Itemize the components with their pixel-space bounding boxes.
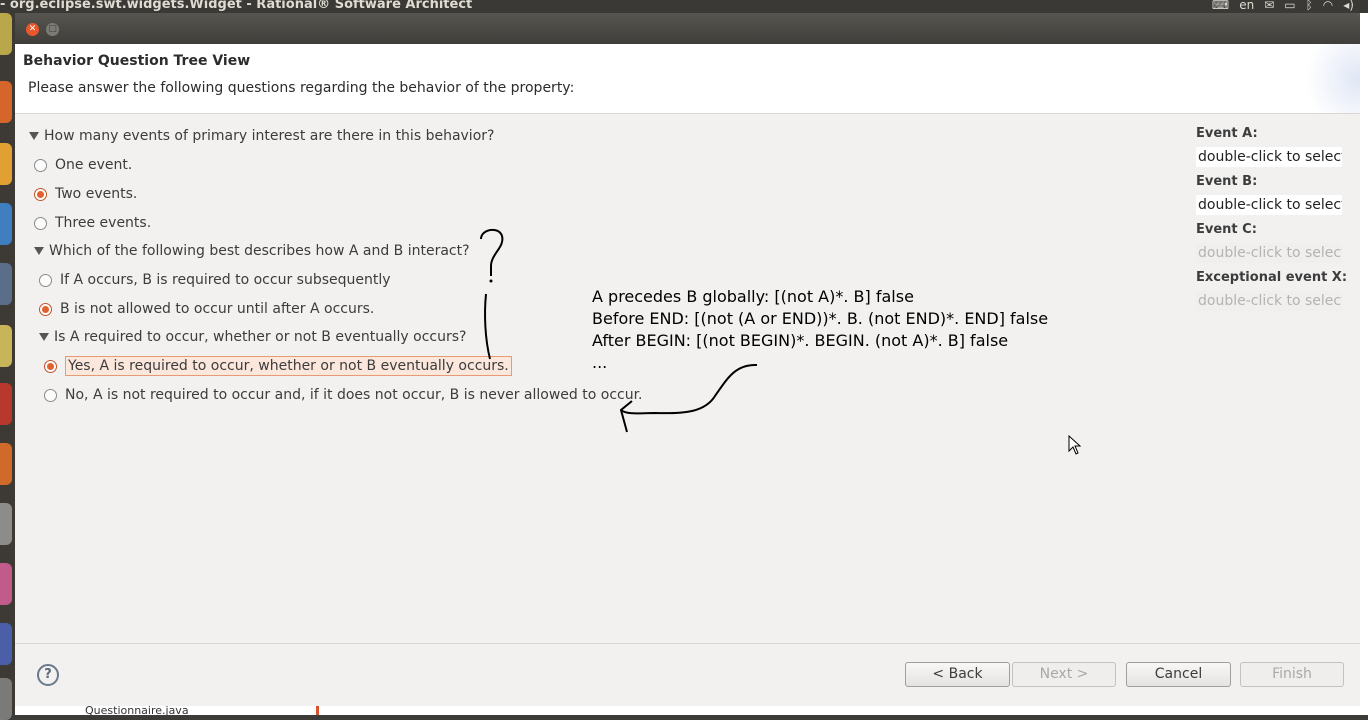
window-title: - org.eclipse.swt.widgets.Widget - Ratio… [0,0,473,12]
launcher-app-icon[interactable] [0,263,12,305]
launcher-app-icon[interactable] [0,13,12,55]
close-icon[interactable]: ✕ [26,23,39,36]
question-label: Is A required to occur, whether or not B… [54,329,467,345]
launcher-app-icon[interactable] [0,325,12,367]
cancel-button[interactable]: Cancel [1126,662,1231,687]
answer-option[interactable]: No, A is not required to occur and, if i… [44,387,643,403]
battery-icon[interactable]: ▭ [1284,0,1295,12]
answer-label: One event. [55,157,133,173]
answer-label: No, A is not required to occur and, if i… [65,387,643,403]
wizard-banner: Behavior Question Tree View Please answe… [15,44,1360,114]
keyboard-icon[interactable]: ⌨ [1212,0,1229,12]
launcher-app-icon[interactable] [0,623,12,665]
answer-option[interactable]: Three events. [34,215,151,231]
answer-label: Three events. [55,215,152,231]
expand-triangle-icon[interactable] [29,132,39,140]
help-icon[interactable]: ? [37,664,59,686]
radio-button[interactable] [34,158,47,172]
arrow-head-sketch [619,400,633,433]
event-a-field[interactable]: double-click to select [1196,147,1342,167]
background-package-explorer: Questionnaire.java [15,706,1368,715]
answer-label: If A occurs, B is required to occur subs… [60,272,391,288]
question-label: How many events of primary interest are … [44,128,495,144]
question-mark-dot [489,279,493,283]
question-label: Which of the following best describes ho… [49,243,470,259]
launcher [0,13,15,720]
background-editor [1360,13,1368,715]
radio-button-selected[interactable] [44,359,57,373]
answer-label: Two events. [55,186,138,202]
top-panel: - org.eclipse.swt.widgets.Widget - Ratio… [0,0,1368,13]
event-c-label: Event C: [1196,222,1257,237]
radio-button-selected[interactable] [39,302,52,316]
wifi-icon[interactable]: ◠ [1323,0,1333,12]
annotation-line: ... [592,353,608,372]
bracket-line-sketch [484,293,491,360]
answer-option[interactable]: If A occurs, B is required to occur subs… [39,272,391,288]
event-c-field: double-click to select [1196,243,1342,263]
volume-icon[interactable]: ◂) [1343,0,1354,12]
background-divider [316,706,319,715]
event-a-label: Event A: [1196,126,1258,141]
mouse-cursor-icon [1068,435,1082,455]
launcher-app-icon[interactable] [0,443,12,485]
finish-button[interactable]: Finish [1240,662,1344,687]
keyboard-layout[interactable]: en [1239,0,1254,12]
hand-drawn-annotation [480,228,758,433]
question-tree: How many events of primary interest are … [15,114,1360,643]
next-button[interactable]: Next > [1012,662,1116,687]
radio-button[interactable] [34,216,47,230]
maximize-icon[interactable]: □ [46,23,59,36]
launcher-app-icon[interactable] [0,383,12,425]
radio-button[interactable] [39,273,52,287]
answer-option[interactable]: One event. [34,157,132,173]
event-b-label: Event B: [1196,174,1258,189]
page-title: Behavior Question Tree View [23,53,251,69]
question-item[interactable]: Which of the following best describes ho… [34,243,470,259]
annotation-notes: A precedes B globally: [(not A)*. B] fal… [592,286,1048,374]
wizard-dialog: ✕ □ Behavior Question Tree View Please a… [15,13,1360,706]
system-tray: ⌨ en ✉ ▭ ᛒ ◠ ◂) [1212,0,1354,12]
launcher-app-icon[interactable] [0,203,12,245]
answer-option[interactable]: Yes, A is required to occur, whether or … [44,356,512,376]
radio-button[interactable] [44,388,57,402]
mail-icon[interactable]: ✉ [1264,0,1274,12]
question-mark-sketch [480,228,504,276]
radio-button-selected[interactable] [34,187,47,201]
dialog-titlebar: ✕ □ [15,13,1360,44]
page-message: Please answer the following questions re… [28,80,575,96]
question-item[interactable]: Is A required to occur, whether or not B… [39,329,466,345]
exceptional-event-field: double-click to select [1196,291,1342,311]
back-button[interactable]: < Back [905,662,1010,687]
annotation-line: Before END: [(not (A or END))*. B. (not … [592,309,1049,328]
event-b-field[interactable]: double-click to select [1196,195,1342,215]
footer-separator [15,643,1360,644]
answer-option[interactable]: B is not allowed to occur until after A … [39,301,374,317]
launcher-app-icon[interactable] [0,81,12,123]
question-item[interactable]: How many events of primary interest are … [29,128,494,144]
launcher-app-icon[interactable] [0,503,12,545]
launcher-app-icon[interactable] [0,143,12,185]
answer-label-highlighted: Yes, A is required to occur, whether or … [65,356,512,376]
expand-triangle-icon[interactable] [39,333,49,341]
banner-decoration [1290,44,1360,113]
annotation-line: After BEGIN: [(not BEGIN)*. BEGIN. (not … [592,331,1009,350]
answer-label: B is not allowed to occur until after A … [60,301,375,317]
launcher-app-icon[interactable] [0,563,12,605]
answer-option[interactable]: Two events. [34,186,137,202]
expand-triangle-icon[interactable] [34,247,44,255]
background-file-item: Questionnaire.java [85,706,189,715]
launcher-app-icon[interactable] [0,678,12,720]
exceptional-event-label: Exceptional event X: [1196,270,1348,285]
annotation-line: A precedes B globally: [(not A)*. B] fal… [592,287,914,306]
bluetooth-icon[interactable]: ᛒ [1306,0,1313,12]
